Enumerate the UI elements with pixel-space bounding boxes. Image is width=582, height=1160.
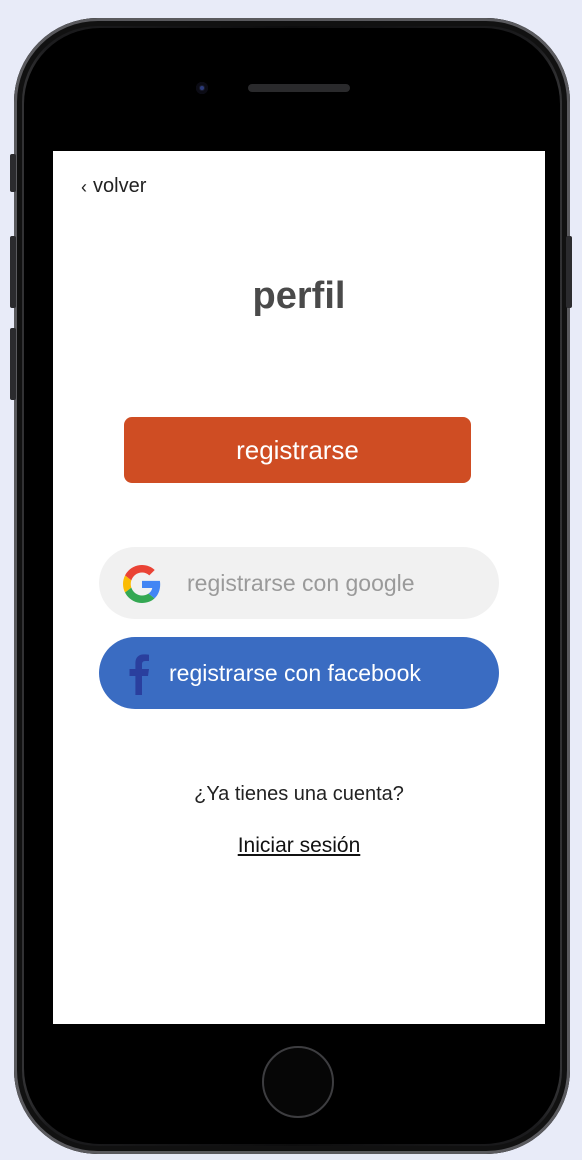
mute-switch bbox=[10, 154, 16, 192]
register-button[interactable]: registrarse bbox=[124, 417, 471, 483]
volume-down-button bbox=[10, 328, 16, 400]
speaker-grille bbox=[248, 84, 350, 92]
home-button[interactable] bbox=[262, 1046, 334, 1118]
power-button bbox=[566, 236, 572, 308]
camera-icon bbox=[196, 82, 208, 94]
facebook-icon bbox=[129, 654, 149, 695]
google-button-label: registrarse con google bbox=[187, 569, 415, 596]
volume-up-button bbox=[10, 236, 16, 308]
login-link[interactable]: Iniciar sesión bbox=[53, 834, 545, 858]
page-title: perfil bbox=[252, 275, 346, 317]
back-button[interactable]: ‹ volver bbox=[81, 175, 146, 198]
account-question: ¿Ya tienes una cuenta? bbox=[194, 783, 404, 805]
app-screen: ‹ volver perfil registrarse registrarse … bbox=[53, 151, 545, 1024]
register-facebook-button[interactable]: registrarse con facebook bbox=[99, 637, 499, 709]
facebook-button-label: registrarse con facebook bbox=[169, 659, 421, 686]
back-label: volver bbox=[93, 175, 147, 197]
google-icon bbox=[123, 565, 161, 603]
chevron-left-icon: ‹ bbox=[81, 176, 87, 197]
register-google-button[interactable]: registrarse con google bbox=[99, 547, 499, 619]
